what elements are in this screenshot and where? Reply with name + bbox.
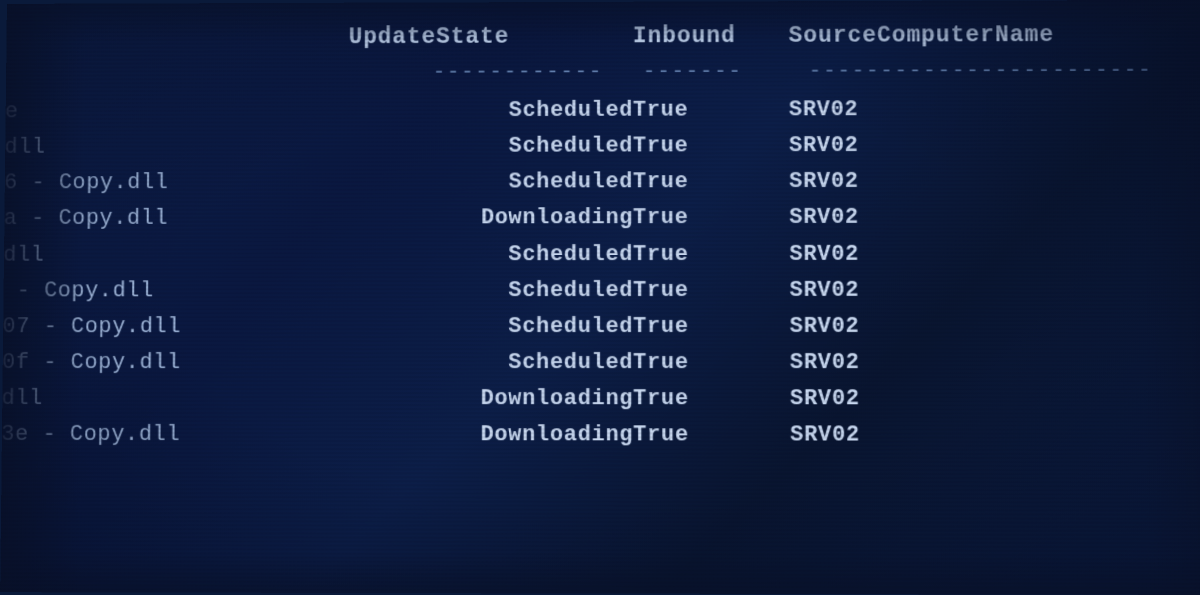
col-header-filename (0, 20, 349, 58)
cell-filename: ns0046 - Copy.dll (0, 165, 348, 201)
cell-inbound: True (633, 273, 790, 309)
cell-filename: s0011 - Copy.dll (0, 273, 347, 309)
cell-updatestate: Scheduled (348, 129, 633, 165)
cell-updatestate: Scheduled (348, 93, 633, 129)
cell-sourcecomputer: SRV02 (790, 417, 1185, 454)
table-row: Copy.dllDownloadingTrueSRV02 (0, 381, 1184, 418)
terminal-screen: UpdateState Inbound SourceComputerName -… (0, 0, 1200, 595)
sep-inbound: ------- (633, 56, 789, 93)
cell-sourcecomputer: SRV02 (790, 272, 1184, 308)
sep-sourcecomputer: ------------------------ (789, 55, 1181, 92)
cell-updatestate: Downloading (347, 381, 633, 417)
cell-sourcecomputer: SRV02 (789, 200, 1182, 237)
cell-sourcecomputer: SRV02 (789, 236, 1182, 273)
table-row: ons003e - Copy.dllDownloadingTrueSRV02 (0, 417, 1185, 454)
table-row: ons0007 - Copy.dllScheduledTrueSRV02 (0, 308, 1184, 344)
cell-inbound: True (633, 164, 789, 200)
cell-inbound: True (633, 236, 790, 272)
cell-sourcecomputer: SRV02 (789, 92, 1181, 129)
cell-updatestate: Scheduled (347, 273, 633, 309)
table-row: ons000f - Copy.dllScheduledTrueSRV02 (0, 345, 1184, 381)
cell-inbound: True (633, 381, 790, 417)
cell-updatestate: Scheduled (348, 165, 633, 201)
cell-updatestate: Scheduled (347, 345, 633, 381)
data-table: UpdateState Inbound SourceComputerName -… (0, 18, 1185, 454)
cell-updatestate: Downloading (347, 417, 634, 453)
cell-filename: Copy.dll (0, 129, 348, 166)
cell-inbound: True (633, 417, 790, 453)
cell-filename: ons003e - Copy.dll (0, 417, 347, 453)
cell-sourcecomputer: SRV02 (790, 381, 1185, 418)
cell-filename: Copy.dll (0, 381, 347, 417)
cell-sourcecomputer: SRV02 (789, 164, 1182, 201)
table-row: Copy.dllScheduledTrueSRV02 (0, 236, 1183, 273)
table-row: py.exeScheduledTrueSRV02 (0, 92, 1181, 131)
cell-filename: ons0007 - Copy.dll (0, 309, 347, 345)
col-header-updatestate: UpdateState (348, 20, 632, 58)
table-container: UpdateState Inbound SourceComputerName -… (0, 18, 1185, 454)
cell-inbound: True (633, 309, 790, 345)
cell-filename: ons000f - Copy.dll (0, 345, 347, 381)
sep-updatestate: ------------ (348, 57, 633, 94)
cell-updatestate: Downloading (348, 201, 633, 237)
cell-filename: ns000a - Copy.dll (0, 201, 348, 237)
cell-inbound: True (633, 93, 789, 129)
cell-inbound: True (633, 129, 789, 165)
table-row: ns0046 - Copy.dllScheduledTrueSRV02 (0, 164, 1182, 202)
cell-inbound: True (633, 200, 789, 236)
table-row: s0011 - Copy.dllScheduledTrueSRV02 (0, 272, 1183, 309)
cell-sourcecomputer: SRV02 (789, 128, 1182, 165)
cell-sourcecomputer: SRV02 (790, 308, 1184, 344)
table-row: ns000a - Copy.dllDownloadingTrueSRV02 (0, 200, 1182, 238)
col-header-inbound: Inbound (633, 19, 789, 57)
cell-sourcecomputer: SRV02 (790, 345, 1184, 381)
cell-filename: Copy.dll (0, 237, 347, 273)
col-header-sourcecomputer: SourceComputerName (789, 18, 1181, 57)
sep-filename (0, 58, 348, 95)
cell-inbound: True (633, 345, 790, 381)
cell-updatestate: Scheduled (347, 237, 633, 273)
cell-filename: py.exe (0, 94, 348, 131)
cell-updatestate: Scheduled (347, 309, 633, 345)
table-row: Copy.dllScheduledTrueSRV02 (0, 128, 1182, 166)
